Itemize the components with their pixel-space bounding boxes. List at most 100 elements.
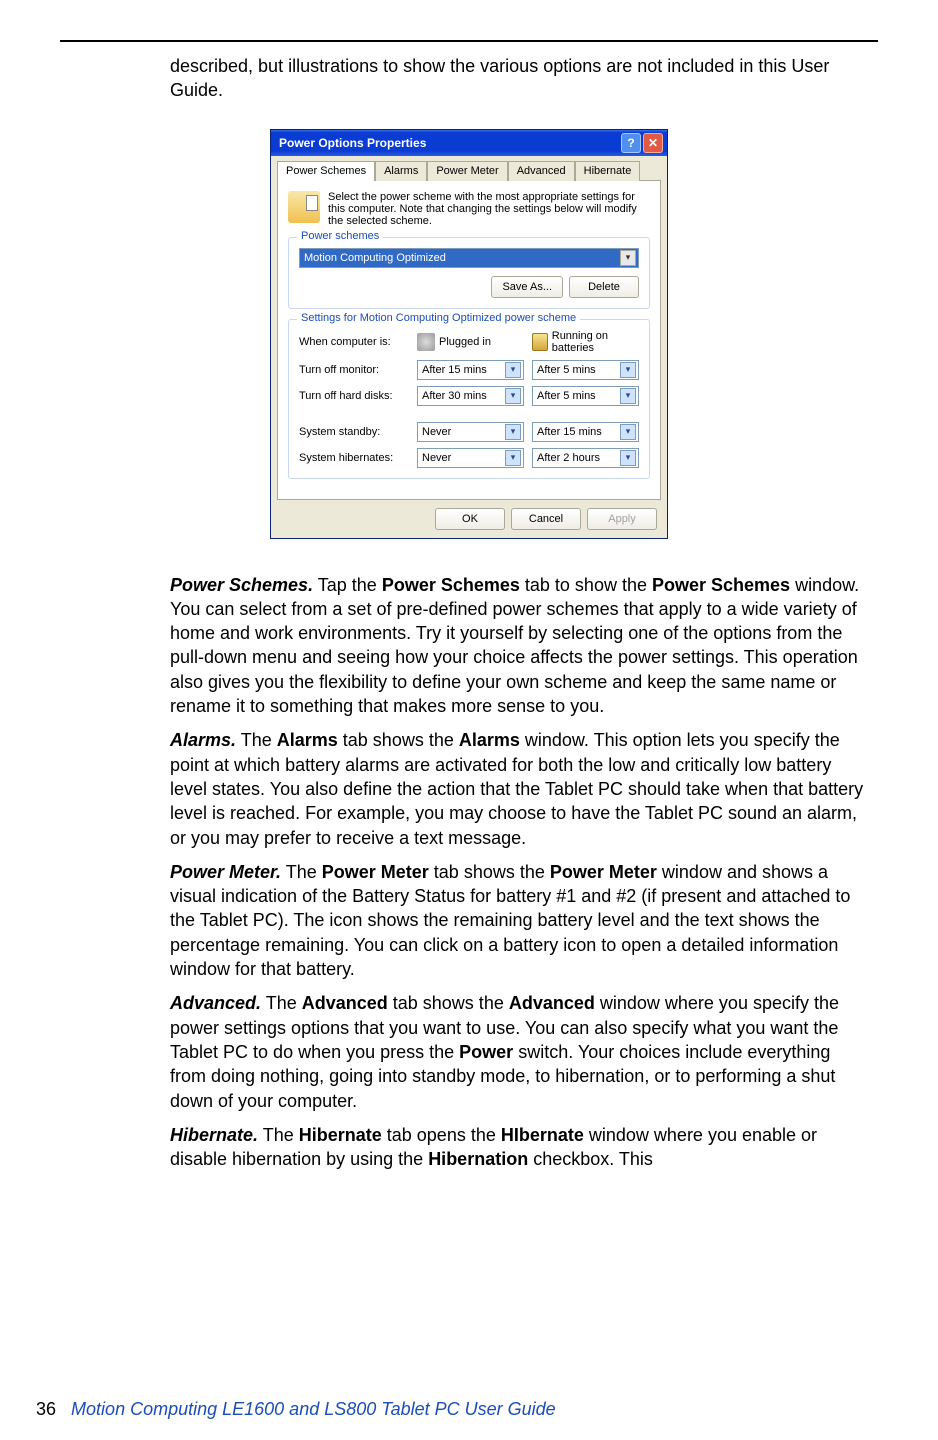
- disks-plugged-value: After 30 mins: [422, 390, 487, 402]
- pm-head: Power Meter.: [170, 862, 281, 882]
- guide-title: Motion Computing LE1600 and LS800 Tablet…: [71, 1399, 556, 1419]
- chevron-down-icon: ▾: [505, 388, 521, 404]
- battery-header: Running on batteries: [532, 330, 639, 354]
- text: window. You can select from a set of pre…: [170, 575, 859, 716]
- dialog-title: Power Options Properties: [279, 136, 426, 150]
- titlebar: Power Options Properties ? ✕: [271, 130, 667, 156]
- when-label: When computer is:: [299, 336, 409, 348]
- cancel-button[interactable]: Cancel: [511, 508, 581, 530]
- text: Advanced: [302, 993, 388, 1013]
- settings-legend: Settings for Motion Computing Optimized …: [297, 312, 580, 324]
- tab-power-schemes[interactable]: Power Schemes: [277, 161, 375, 181]
- scheme-icon: [288, 191, 320, 223]
- text: Alarms: [459, 730, 520, 750]
- power-options-dialog: Power Options Properties ? ✕ Power Schem…: [270, 129, 668, 539]
- text: tab shows the: [388, 993, 509, 1013]
- al-head: Alarms.: [170, 730, 236, 750]
- tab-advanced[interactable]: Advanced: [508, 161, 575, 181]
- chevron-down-icon: ▾: [620, 424, 636, 440]
- standby-plugged-dropdown[interactable]: Never ▾: [417, 422, 524, 442]
- text: tab to show the: [520, 575, 652, 595]
- monitor-battery-value: After 5 mins: [537, 364, 596, 376]
- monitor-plugged-value: After 15 mins: [422, 364, 487, 376]
- text: Power: [459, 1042, 513, 1062]
- monitor-battery-dropdown[interactable]: After 5 mins ▾: [532, 360, 639, 380]
- text: checkbox. This: [528, 1149, 653, 1169]
- hiber-plugged-dropdown[interactable]: Never ▾: [417, 448, 524, 468]
- disks-label: Turn off hard disks:: [299, 390, 409, 402]
- hb-head: Hibernate.: [170, 1125, 258, 1145]
- plugged-header: Plugged in: [417, 333, 524, 351]
- text: HIbernate: [501, 1125, 584, 1145]
- text: Hibernation: [428, 1149, 528, 1169]
- alarms-paragraph: Alarms. The Alarms tab shows the Alarms …: [170, 728, 868, 849]
- settings-fieldset: Settings for Motion Computing Optimized …: [288, 319, 650, 479]
- ps-head: Power Schemes.: [170, 575, 313, 595]
- power-schemes-legend: Power schemes: [297, 230, 383, 242]
- advanced-paragraph: Advanced. The Advanced tab shows the Adv…: [170, 991, 868, 1112]
- text: The: [258, 1125, 299, 1145]
- save-as-button[interactable]: Save As...: [491, 276, 563, 298]
- text: Alarms: [277, 730, 338, 750]
- tab-power-meter[interactable]: Power Meter: [427, 161, 507, 181]
- chevron-down-icon: ▾: [505, 362, 521, 378]
- text: Power Schemes: [382, 575, 520, 595]
- plug-icon: [417, 333, 435, 351]
- scheme-dropdown[interactable]: Motion Computing Optimized ▾: [299, 248, 639, 268]
- text: Advanced: [509, 993, 595, 1013]
- hiber-battery-dropdown[interactable]: After 2 hours ▾: [532, 448, 639, 468]
- scheme-selected: Motion Computing Optimized: [304, 252, 446, 264]
- text: Tap the: [313, 575, 382, 595]
- help-button[interactable]: ?: [621, 133, 641, 153]
- chevron-down-icon: ▾: [620, 388, 636, 404]
- chevron-down-icon: ▾: [505, 450, 521, 466]
- monitor-plugged-dropdown[interactable]: After 15 mins ▾: [417, 360, 524, 380]
- tab-body: Select the power scheme with the most ap…: [277, 180, 661, 500]
- ok-button[interactable]: OK: [435, 508, 505, 530]
- text: Power Schemes: [652, 575, 790, 595]
- standby-battery-value: After 15 mins: [537, 426, 602, 438]
- hiber-label: System hibernates:: [299, 452, 409, 464]
- hiber-plugged-value: Never: [422, 452, 451, 464]
- tab-alarms[interactable]: Alarms: [375, 161, 427, 181]
- tab-hibernate[interactable]: Hibernate: [575, 161, 641, 181]
- chevron-down-icon: ▾: [620, 250, 636, 266]
- battery-icon: [532, 333, 548, 351]
- disks-plugged-dropdown[interactable]: After 30 mins ▾: [417, 386, 524, 406]
- power-schemes-fieldset: Power schemes Motion Computing Optimized…: [288, 237, 650, 309]
- chevron-down-icon: ▾: [620, 450, 636, 466]
- plugged-label: Plugged in: [439, 336, 491, 348]
- text: The: [261, 993, 302, 1013]
- disks-battery-value: After 5 mins: [537, 390, 596, 402]
- intro-paragraph: described, but illustrations to show the…: [170, 54, 868, 103]
- text: tab opens the: [382, 1125, 501, 1145]
- tabbar: Power Schemes Alarms Power Meter Advance…: [271, 156, 667, 180]
- hibernate-paragraph: Hibernate. The Hibernate tab opens the H…: [170, 1123, 868, 1172]
- text: tab shows the: [429, 862, 550, 882]
- apply-button[interactable]: Apply: [587, 508, 657, 530]
- text: Power Meter: [322, 862, 429, 882]
- standby-plugged-value: Never: [422, 426, 451, 438]
- chevron-down-icon: ▾: [505, 424, 521, 440]
- text: The: [281, 862, 322, 882]
- page-number: 36: [36, 1399, 56, 1419]
- monitor-label: Turn off monitor:: [299, 364, 409, 376]
- text: Power Meter: [550, 862, 657, 882]
- chevron-down-icon: ▾: [620, 362, 636, 378]
- text: tab shows the: [338, 730, 459, 750]
- standby-label: System standby:: [299, 426, 409, 438]
- close-button[interactable]: ✕: [643, 133, 663, 153]
- battery-label: Running on batteries: [552, 330, 639, 354]
- delete-button[interactable]: Delete: [569, 276, 639, 298]
- page-footer: 36 Motion Computing LE1600 and LS800 Tab…: [36, 1399, 556, 1420]
- standby-battery-dropdown[interactable]: After 15 mins ▾: [532, 422, 639, 442]
- power-schemes-paragraph: Power Schemes. Tap the Power Schemes tab…: [170, 573, 868, 719]
- text: The: [236, 730, 277, 750]
- top-rule: [60, 40, 878, 42]
- ad-head: Advanced.: [170, 993, 261, 1013]
- text: Hibernate: [299, 1125, 382, 1145]
- power-meter-paragraph: Power Meter. The Power Meter tab shows t…: [170, 860, 868, 981]
- hiber-battery-value: After 2 hours: [537, 452, 600, 464]
- disks-battery-dropdown[interactable]: After 5 mins ▾: [532, 386, 639, 406]
- intro-text: Select the power scheme with the most ap…: [328, 191, 650, 227]
